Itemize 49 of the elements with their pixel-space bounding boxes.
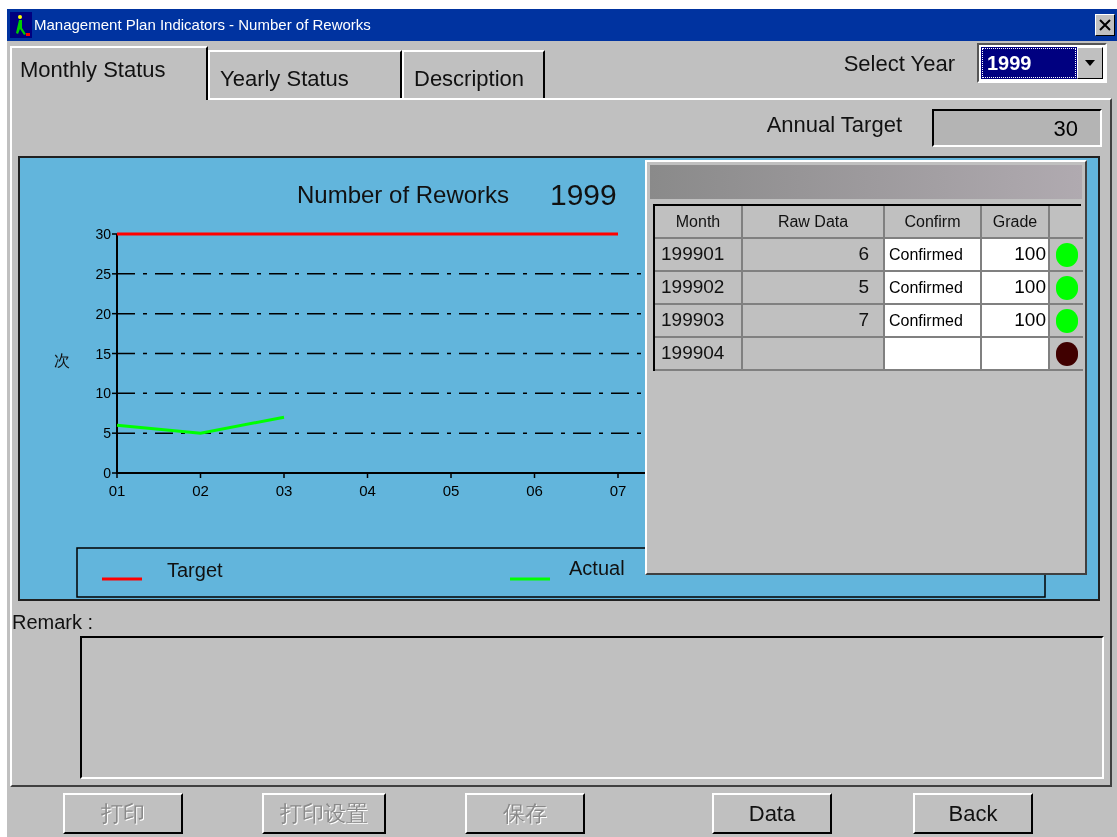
y-tick-label: 5 (103, 425, 111, 442)
tab[interactable]: Yearly Status (208, 50, 402, 98)
table-cell: 100 (982, 239, 1050, 272)
y-tick-label: 10 (95, 385, 111, 402)
annual-target-field: 30 (932, 109, 1102, 147)
y-tick-label: 15 (95, 345, 111, 362)
select-year-label: Select Year (843, 49, 955, 78)
window-title: Management Plan Indicators - Number of Reworks (34, 14, 372, 35)
x-tick-label: 05 (442, 482, 460, 499)
column-header: Raw Data (743, 206, 885, 239)
dropdown-arrow-icon (1085, 60, 1095, 66)
annual-target-label: Annual Target (766, 110, 902, 139)
x-tick-label: 02 (192, 482, 209, 499)
chart-title: Number of Reworks (297, 181, 510, 208)
y-tick-label: 30 (95, 226, 111, 242)
column-header: Month (655, 206, 743, 239)
y-axis-label: 次 (54, 351, 70, 370)
x-tick-label: 01 (108, 482, 126, 499)
legend-swatch (510, 577, 550, 581)
y-tick-label: 20 (95, 305, 111, 322)
chart-year: 1999 (550, 178, 617, 211)
legend-label: Actual (569, 557, 625, 579)
remark-field[interactable] (80, 636, 1104, 779)
table-cell: Confirmed (885, 239, 982, 272)
tab[interactable]: Description (402, 50, 545, 98)
x-tick-label: 06 (526, 482, 543, 499)
x-tick-label: 04 (359, 482, 376, 499)
button[interactable]: Back (913, 793, 1033, 834)
legend-swatch (102, 577, 142, 581)
table-cell: 199903 (655, 305, 743, 338)
tab[interactable]: Monthly Status (10, 46, 208, 100)
y-tick-label: 0 (103, 465, 111, 481)
table-cell: 199904 (655, 338, 743, 371)
figure-icon (10, 12, 32, 38)
table-cell: 199901 (655, 239, 743, 272)
year-dropdown[interactable]: 1999 (977, 43, 1107, 83)
button[interactable]: Data (712, 793, 832, 834)
close-button[interactable] (1095, 14, 1115, 36)
table-cell: Confirmed (885, 272, 982, 305)
table-cell: 100 (982, 272, 1050, 305)
table-cell: 199902 (655, 272, 743, 305)
y-tick-label: 25 (95, 265, 111, 282)
table-cell: 100 (982, 305, 1050, 338)
table-cell: Confirmed (885, 305, 982, 338)
x-tick-label: 07 (609, 482, 627, 499)
x-tick-label: 03 (275, 482, 293, 499)
remark-label: Remark : (12, 611, 95, 633)
legend-label: Target (167, 559, 223, 581)
close-icon (1099, 19, 1111, 31)
